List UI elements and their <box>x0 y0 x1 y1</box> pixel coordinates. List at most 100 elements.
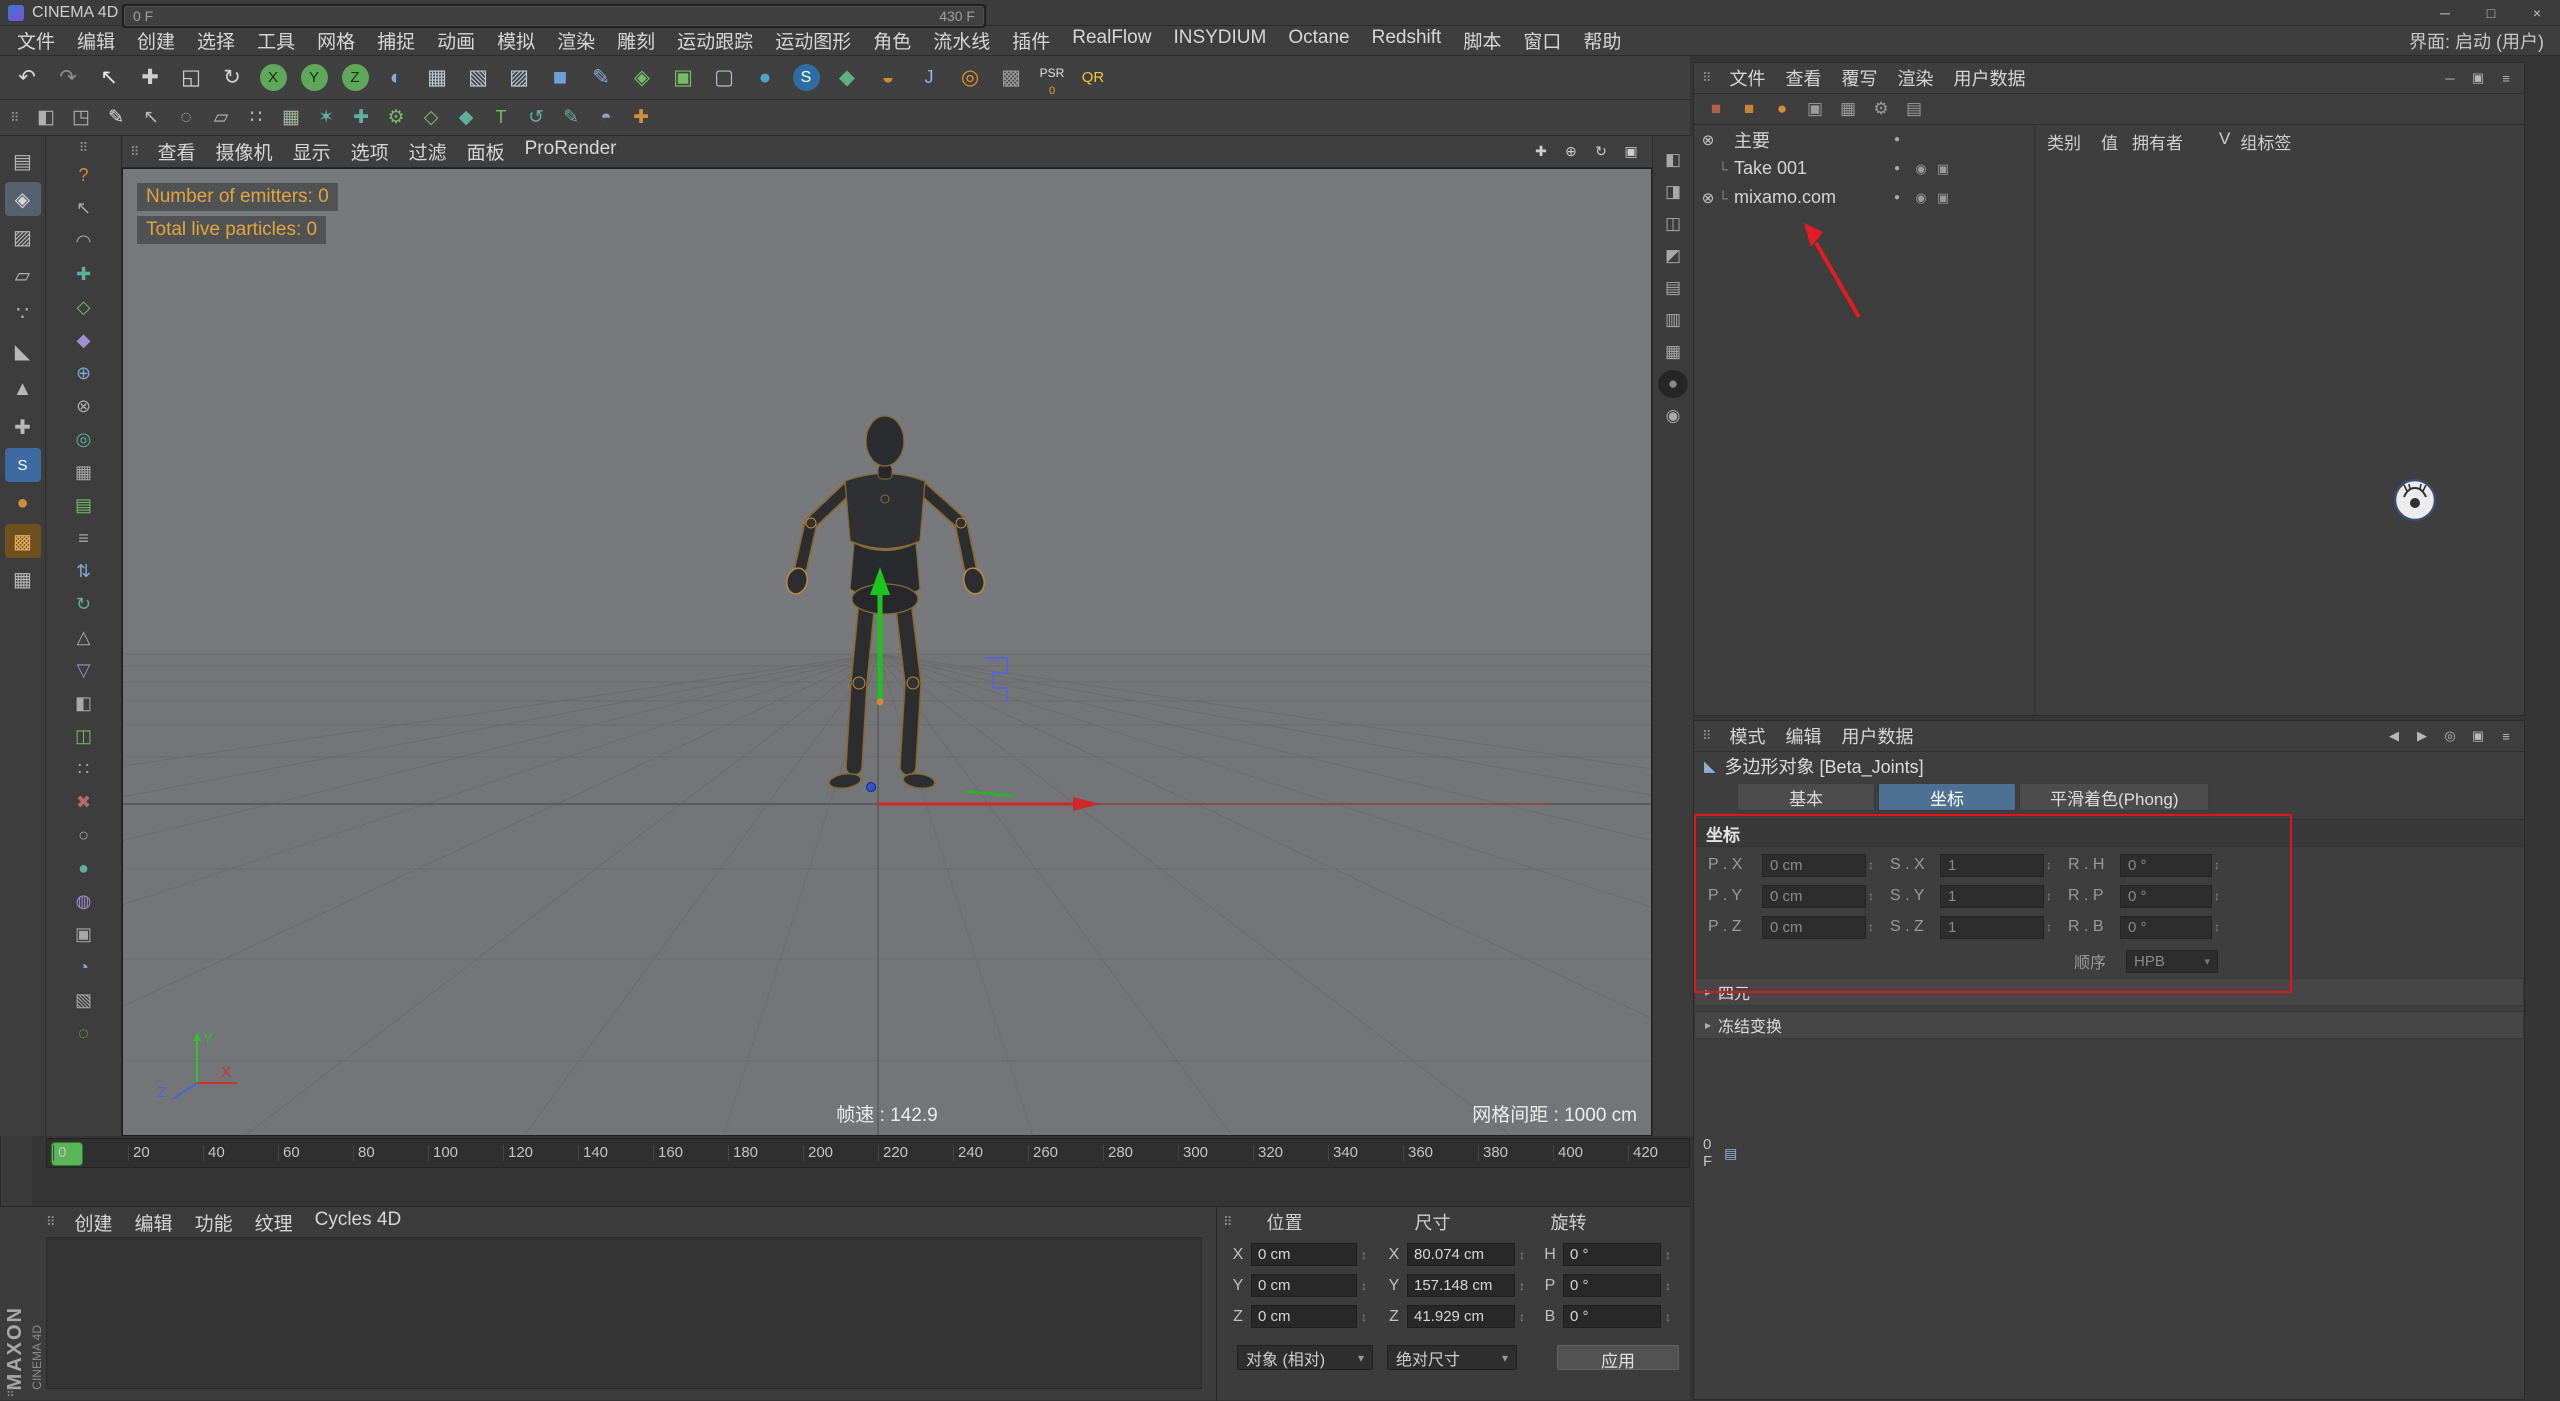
timeline-range-scrollbar[interactable]: 0 F 430 F <box>122 3 986 28</box>
select-tool-icon[interactable]: ↖ <box>67 193 101 224</box>
p-input[interactable]: 0 cm <box>1762 915 1866 939</box>
maximize-button[interactable]: □ <box>2468 0 2514 25</box>
stepper-icon[interactable]: ↕ <box>1665 1279 1671 1293</box>
y-axis-lock-icon[interactable]: Y <box>295 59 333 97</box>
lock-icon[interactable]: ▣ <box>2468 726 2488 746</box>
attribute-tab[interactable]: 基本 <box>1737 783 1875 811</box>
panel-menu-icon[interactable]: ≡ <box>2496 726 2516 746</box>
material-menu-item[interactable]: Cycles 4D <box>304 1209 413 1236</box>
float-panel-icon[interactable]: ▣ <box>2468 68 2488 88</box>
column-divider[interactable] <box>2034 125 2035 715</box>
position-input[interactable]: 0 cm <box>1251 1274 1357 1297</box>
menu-item[interactable]: 窗口 <box>1512 27 1572 54</box>
loop-cut-icon[interactable]: ◎ <box>67 424 101 455</box>
take-row[interactable]: ⊗ └ mixamo.com ● ◉ ▣ <box>1694 183 2034 212</box>
paint-bucket-icon[interactable]: ◒ <box>869 59 907 97</box>
layers-icon[interactable]: ▤ <box>1902 97 1926 121</box>
coord-grip[interactable]: ⠿ <box>1223 1214 1233 1230</box>
menu-item[interactable]: 插件 <box>1001 27 1061 54</box>
take-settings-icon[interactable]: ▣ <box>1932 161 1954 177</box>
coord-mode-select[interactable]: 对象 (相对) ▾ <box>1237 1345 1373 1370</box>
attribute-tab[interactable]: 坐标 <box>1878 783 2016 811</box>
size-input[interactable]: 41.929 cm <box>1407 1305 1515 1328</box>
material-grip[interactable]: ⠿ <box>46 1214 56 1230</box>
qr-badge[interactable]: QR <box>1074 59 1112 97</box>
override-ball-icon[interactable]: ● <box>1770 97 1794 121</box>
snap-enabled-icon[interactable]: S <box>4 448 41 482</box>
axis-icon[interactable]: ✚ <box>5 410 41 444</box>
mesh-grid-icon[interactable]: ▦ <box>275 103 308 133</box>
rotate-tool-icon[interactable]: ↻ <box>213 59 251 97</box>
p-input[interactable]: 0 cm <box>1762 853 1866 877</box>
p-input[interactable]: 0 cm <box>1762 884 1866 908</box>
r-input[interactable]: 0 ° <box>2120 853 2212 877</box>
takes-menu-item[interactable]: 查看 <box>1776 65 1832 91</box>
take-camera-icon[interactable]: ◉ <box>1910 190 1932 206</box>
size-mode-select[interactable]: 绝对尺寸 ▾ <box>1387 1345 1517 1370</box>
menu-item[interactable]: 渲染 <box>546 27 606 54</box>
layout-icon[interactable]: ◧ <box>30 103 63 133</box>
takes-menu-item[interactable]: 文件 <box>1720 65 1776 91</box>
menu-item[interactable]: 脚本 <box>1452 27 1512 54</box>
spline-pen-icon[interactable]: ✎ <box>555 103 588 133</box>
override-dot-icon[interactable]: ● <box>1884 163 1910 174</box>
model-mode-icon[interactable]: ◈ <box>4 182 41 216</box>
menu-item[interactable]: 工具 <box>246 27 306 54</box>
poly-select-icon[interactable]: ∷ <box>240 103 273 133</box>
attr-menu-item[interactable]: 模式 <box>1720 723 1776 749</box>
maximize-view-icon[interactable]: ▣ <box>1618 140 1644 164</box>
s-input[interactable]: 1 <box>1940 884 2044 908</box>
take-column-header[interactable]: 值 <box>2101 129 2118 154</box>
tri-tool-icon[interactable]: △ <box>67 622 101 653</box>
palette-grip[interactable]: ⠿ <box>79 140 89 156</box>
coordinates-section-header[interactable]: 坐标 <box>1694 819 2524 847</box>
magnet-icon[interactable]: ◓ <box>590 103 623 133</box>
pan-view-icon[interactable]: ✚ <box>1528 140 1554 164</box>
delete-tool-icon[interactable]: ✖ <box>67 787 101 818</box>
layout-b-icon[interactable]: ▥ <box>1658 306 1688 334</box>
menu-item[interactable]: 运动图形 <box>764 27 862 54</box>
extrude-tool-icon[interactable]: ◆ <box>67 325 101 356</box>
material-menu-item[interactable]: 编辑 <box>124 1209 184 1236</box>
stepper-icon[interactable]: ↕ <box>1665 1310 1671 1324</box>
take-state-icon[interactable]: ⊗ <box>1698 189 1718 207</box>
apply-button[interactable]: 应用 <box>1557 1345 1679 1371</box>
viewport-menu-item[interactable]: 面板 <box>457 138 515 165</box>
stepper-icon[interactable]: ↕ <box>1519 1310 1525 1324</box>
stepper-icon[interactable]: ↕ <box>1361 1310 1367 1324</box>
points-mode-icon[interactable]: ∵ <box>5 296 41 330</box>
minimize-panel-icon[interactable]: ─ <box>2440 68 2460 88</box>
redo-icon[interactable]: ↷ <box>49 59 87 97</box>
viewport-grip[interactable]: ⠿ <box>130 144 140 160</box>
dual-view-icon[interactable]: ◨ <box>1658 178 1688 206</box>
take-column-header[interactable]: 组标签 <box>2240 129 2291 154</box>
search-icon[interactable]: ◎ <box>2440 726 2460 746</box>
stepper-icon[interactable]: ↕ <box>1868 889 1874 903</box>
diamond-tool-icon[interactable]: ◆ <box>450 103 483 133</box>
stepper-icon[interactable]: ↕ <box>1665 1248 1671 1262</box>
rotation-input[interactable]: 0 ° <box>1563 1243 1661 1266</box>
menu-item[interactable]: 网格 <box>306 27 366 54</box>
stepper-icon[interactable]: ↕ <box>1361 1279 1367 1293</box>
toolbar-grip[interactable]: ⠿ <box>10 110 20 126</box>
arc-tool-icon[interactable]: ◠ <box>67 226 101 257</box>
override-dot-icon[interactable]: ● <box>1884 134 1910 145</box>
take-camera-icon[interactable]: ◉ <box>1910 161 1932 177</box>
menu-item[interactable]: 创建 <box>126 27 186 54</box>
loop-tool-icon[interactable]: ↺ <box>520 103 553 133</box>
r-input[interactable]: 0 ° <box>2120 884 2212 908</box>
add-point-icon[interactable]: ✚ <box>345 103 378 133</box>
jet-icon[interactable]: J <box>910 59 948 97</box>
history-back-icon[interactable]: ◀ <box>2384 726 2404 746</box>
layout-c-icon[interactable]: ▦ <box>1658 338 1688 366</box>
menu-item[interactable]: 文件 <box>6 27 66 54</box>
marquee-icon[interactable]: ▱ <box>205 103 238 133</box>
take-state-icon[interactable]: ⊗ <box>1698 131 1718 149</box>
plane-tool-icon[interactable]: ▣ <box>67 919 101 950</box>
takes-menu-item[interactable]: 渲染 <box>1888 65 1944 91</box>
matcap-tool-icon[interactable]: ◍ <box>67 886 101 917</box>
star-tool-icon[interactable]: ✶ <box>310 103 343 133</box>
quarter-tool-icon[interactable]: ◔ <box>67 952 101 983</box>
camera-icon[interactable]: ▣ <box>1803 97 1827 121</box>
interactive-render-icon[interactable]: ◉ <box>1658 402 1688 430</box>
